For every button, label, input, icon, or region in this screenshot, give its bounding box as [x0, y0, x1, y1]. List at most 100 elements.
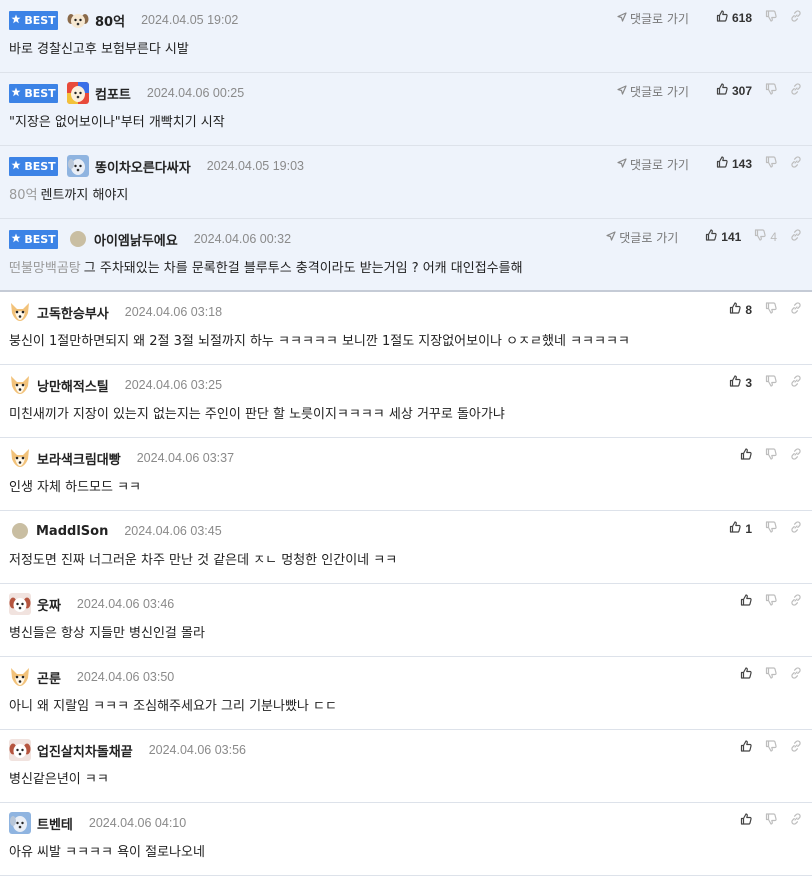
dislike-button[interactable] — [765, 521, 777, 537]
comment-text: 아니 왜 지랄임 ㅋㅋㅋ 조심해주세요가 그리 기분나빴나 ㄷㄷ — [9, 699, 337, 714]
dislike-button[interactable] — [765, 740, 777, 756]
like-button[interactable] — [740, 740, 752, 756]
avatar[interactable] — [9, 447, 31, 469]
like-button[interactable] — [740, 667, 752, 683]
like-button[interactable] — [740, 594, 752, 610]
avatar[interactable] — [9, 593, 31, 615]
like-count: 3 — [745, 376, 752, 390]
avatar[interactable] — [9, 739, 31, 761]
nickname[interactable]: 똥이차오른다싸자 — [95, 157, 191, 176]
comment-actions — [727, 811, 802, 831]
nickname[interactable]: 컴포트 — [95, 84, 131, 103]
avatar[interactable] — [67, 155, 89, 177]
comment: 웃짜 2024.04.06 03:46 병신들은 항상 지들만 병신인걸 몰라 — [0, 584, 812, 657]
avatar[interactable] — [9, 374, 31, 396]
like-button[interactable]: 3 — [729, 375, 752, 391]
comment-body: 미친새끼가 지장이 있는지 없는지는 주인이 판단 할 노릇이지ㅋㅋㅋㅋ 세상 … — [9, 403, 505, 422]
dislike-button[interactable] — [765, 667, 777, 683]
avatar[interactable] — [9, 812, 31, 834]
link-icon — [790, 375, 802, 391]
timestamp: 2024.04.05 19:03 — [206, 159, 305, 173]
link-icon — [790, 594, 802, 610]
comment-actions: 3 — [716, 373, 802, 393]
like-button[interactable]: 8 — [729, 302, 752, 318]
dislike-button[interactable] — [765, 302, 777, 318]
nickname[interactable]: 보라색크림대빵 — [37, 449, 121, 468]
comment-actions: 댓글로 가기 143 — [617, 154, 802, 174]
timestamp: 2024.04.06 03:18 — [124, 305, 223, 319]
avatar[interactable] — [12, 523, 28, 539]
dislike-button[interactable] — [765, 594, 777, 610]
share-link-button[interactable] — [790, 740, 802, 756]
link-icon — [790, 229, 802, 245]
comment: 낭만해적스틸 2024.04.06 03:25 3 미친새끼가 지장이 있는지 … — [0, 365, 812, 438]
nickname[interactable]: 80억 — [95, 11, 125, 30]
share-link-button[interactable] — [790, 667, 802, 683]
goto-comment-button[interactable]: 댓글로 가기 — [617, 10, 689, 27]
dislike-button[interactable]: 4 — [754, 229, 777, 245]
comment-actions: 8 — [716, 300, 802, 320]
dislike-button[interactable] — [765, 375, 777, 391]
nickname[interactable]: 웃짜 — [37, 595, 61, 614]
dislike-button[interactable] — [765, 156, 777, 172]
like-button[interactable] — [740, 448, 752, 464]
comment-header: 트벤테 2024.04.06 04:10 — [9, 812, 186, 834]
timestamp: 2024.04.05 19:02 — [141, 13, 239, 27]
dislike-button[interactable] — [765, 83, 777, 99]
goto-comment-button[interactable]: 댓글로 가기 — [617, 83, 689, 100]
comment-actions — [727, 665, 802, 685]
share-link-button[interactable] — [790, 375, 802, 391]
thumbs-down-icon — [765, 594, 777, 610]
reply-to-nick[interactable]: 떤불망백곰탕 — [9, 261, 81, 276]
best-comment: BEST 똥이차오른다싸자 2024.04.05 19:03 댓글로 가기 14… — [0, 146, 812, 219]
best-badge: BEST — [9, 83, 58, 103]
share-link-button[interactable] — [790, 594, 802, 610]
comment-body: 인생 자체 하드모드 ㅋㅋ — [9, 476, 141, 495]
dislike-button[interactable] — [765, 813, 777, 829]
avatar[interactable] — [9, 666, 31, 688]
share-link-button[interactable] — [790, 10, 802, 26]
share-link-button[interactable] — [790, 521, 802, 537]
comment-actions — [727, 446, 802, 466]
avatar[interactable] — [70, 231, 86, 247]
nickname[interactable]: 업진살치차돌채끝 — [37, 741, 133, 760]
timestamp: 2024.04.06 03:50 — [76, 670, 175, 684]
best-badge: BEST — [9, 10, 58, 30]
comment: 업진살치차돌채끝 2024.04.06 03:56 병신같은년이 ㅋㅋ — [0, 730, 812, 803]
dislike-button[interactable] — [765, 10, 777, 26]
comment-text: 미친새끼가 지장이 있는지 없는지는 주인이 판단 할 노릇이지ㅋㅋㅋㅋ 세상 … — [9, 407, 505, 422]
like-button[interactable] — [740, 813, 752, 829]
avatar[interactable] — [67, 9, 89, 31]
nickname[interactable]: 고독한승부사 — [37, 303, 109, 322]
share-link-button[interactable] — [790, 302, 802, 318]
share-link-button[interactable] — [790, 83, 802, 99]
nickname[interactable]: 트벤테 — [37, 814, 73, 833]
reply-to-nick[interactable]: 80억 — [9, 188, 38, 203]
avatar[interactable] — [9, 301, 31, 323]
like-button[interactable]: 307 — [716, 83, 752, 99]
like-button[interactable]: 1 — [729, 521, 752, 537]
avatar[interactable] — [67, 82, 89, 104]
like-button[interactable]: 141 — [705, 229, 741, 245]
like-button[interactable]: 143 — [716, 156, 752, 172]
dislike-button[interactable] — [765, 448, 777, 464]
nickname[interactable]: 낭만해적스틸 — [37, 376, 109, 395]
timestamp: 2024.04.06 03:56 — [148, 743, 247, 757]
share-link-button[interactable] — [790, 229, 802, 245]
comment-text: 인생 자체 하드모드 ㅋㅋ — [9, 480, 141, 495]
share-link-button[interactable] — [790, 448, 802, 464]
goto-comment-button[interactable]: 댓글로 가기 — [606, 229, 678, 246]
comment-body: 바로 경찰신고후 보험부른다 시발 — [9, 38, 189, 57]
timestamp: 2024.04.06 03:46 — [76, 597, 175, 611]
nickname[interactable]: 아이엠낡두에요 — [94, 230, 178, 249]
share-link-button[interactable] — [790, 813, 802, 829]
comment-text: 병신같은년이 ㅋㅋ — [9, 772, 109, 787]
goto-comment-button[interactable]: 댓글로 가기 — [617, 156, 689, 173]
link-icon — [790, 667, 802, 683]
comment-actions — [727, 592, 802, 612]
nickname[interactable]: 곤룬 — [37, 668, 61, 687]
comment-text: 아유 씨발 ㅋㅋㅋㅋ 욕이 절로나오네 — [9, 845, 205, 860]
nickname[interactable]: MaddlSon — [36, 524, 108, 539]
share-link-button[interactable] — [790, 156, 802, 172]
like-button[interactable]: 618 — [716, 10, 752, 26]
